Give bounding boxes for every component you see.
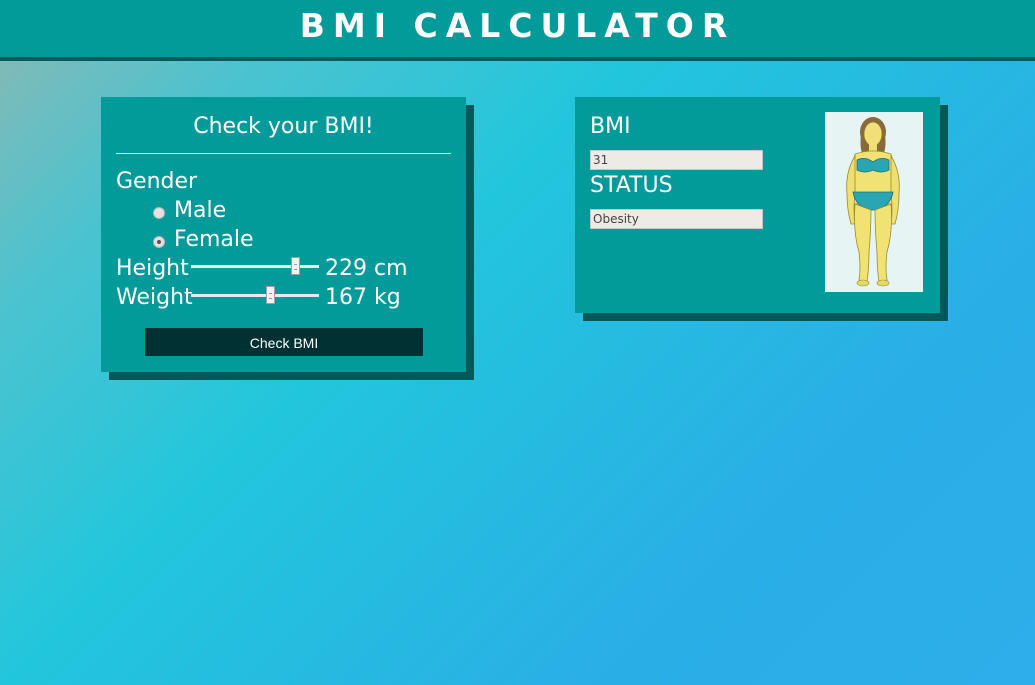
form-divider	[116, 153, 451, 154]
status-label: STATUS	[590, 173, 673, 198]
weight-value: 167 kg	[325, 285, 401, 310]
app-title: BMI CALCULATOR	[299, 6, 736, 45]
gender-label: Gender	[116, 169, 198, 194]
bmi-form-card: Check your BMI! Gender Male Female Heigh…	[101, 97, 466, 372]
check-bmi-button[interactable]: Check BMI	[145, 328, 423, 356]
gender-radio-male[interactable]	[153, 207, 165, 219]
form-title: Check your BMI!	[193, 114, 374, 139]
weight-slider-thumb[interactable]	[266, 286, 275, 304]
height-slider-thumb[interactable]	[291, 257, 300, 275]
app-header: BMI CALCULATOR	[0, 0, 1035, 61]
height-value: 229 cm	[325, 256, 408, 281]
gender-option-female-label[interactable]: Female	[174, 227, 254, 253]
weight-label: Weight	[116, 285, 193, 310]
obese-female-figure-icon	[825, 112, 923, 292]
bmi-result-card: BMI 31 STATUS Obesity	[575, 97, 940, 313]
bmi-result-label: BMI	[590, 114, 631, 139]
gender-radio-female[interactable]	[153, 236, 165, 248]
gender-option-male-label[interactable]: Male	[174, 198, 226, 224]
weight-slider[interactable]	[191, 286, 319, 306]
bmi-value-field[interactable]: 31	[590, 150, 763, 170]
weight-slider-track[interactable]	[191, 294, 319, 297]
height-label: Height	[116, 256, 189, 281]
status-value-field[interactable]: Obesity	[590, 209, 763, 229]
height-slider[interactable]	[191, 257, 319, 277]
